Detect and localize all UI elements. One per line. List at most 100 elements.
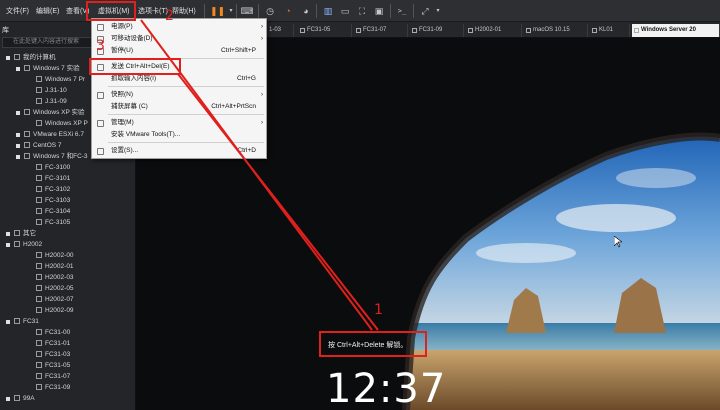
tree-item-label: Windows 7 Pr [45,76,86,83]
fullscreen-icon[interactable]: ⛶ [355,4,369,18]
tree-item-folder[interactable]: Windows XP 实验 [16,107,85,118]
send-keys-icon[interactable]: ⌨ [240,4,254,18]
tree-item-vm[interactable]: FC-3102 [36,184,70,195]
chevron-down-icon[interactable]: ▾ [431,4,445,18]
library-title: 库 [2,27,9,34]
snapshot-manager-icon[interactable]: ◕ [299,4,313,18]
tree-item-folder[interactable]: Windows 7 实验 [16,63,80,74]
tree-expand-icon[interactable] [6,56,10,60]
tree-item-vm[interactable]: H2002-05 [36,283,74,294]
tree-item-label: FC31-05 [45,362,71,369]
vm-icon [36,120,42,126]
tree-item-vm[interactable]: FC31-00 [36,327,70,338]
tree-item-vm[interactable]: FC31-07 [36,371,70,382]
vm-icon [634,28,639,33]
tree-item-vm[interactable]: Windows 7 Pr [36,74,85,85]
annotation-number-3: 3 [96,38,105,54]
console-view-icon[interactable]: ▭ [338,4,352,18]
tree-item-folder[interactable]: 我的计算机 [6,52,56,63]
tree-item-vm[interactable]: FC31-05 [36,360,70,371]
tree-item-vm[interactable]: FC31-03 [36,349,70,360]
tree-item-label: FC31-07 [45,373,71,380]
tree-item-vm[interactable]: H2002-01 [36,261,74,272]
menu-item-pause[interactable]: 暂停(U) Ctrl+Shift+P [92,45,266,57]
vm-icon [36,274,42,280]
tree-item-folder[interactable]: 其它 [6,228,36,239]
terminal-icon[interactable]: >_ [395,4,409,18]
tab-item-active[interactable]: Windows Server 20 [632,24,720,37]
folder-icon [24,142,30,148]
tree-item-folder[interactable]: Windows 7 和FC-3 [16,151,88,162]
tab-item[interactable]: H2002-01 [466,24,522,37]
menu-item-settings[interactable]: 设置(S)... Ctrl+D [92,145,266,157]
tree-item-folder[interactable]: FC31 [6,316,39,327]
tree-item-vm[interactable]: FC31-01 [36,338,70,349]
menu-item-manage[interactable]: 管理(M) › [92,117,266,129]
annotation-number-2: 2 [165,8,174,24]
tree-item-folder[interactable]: CentOS 7 [16,140,62,151]
tree-item-folder[interactable]: H2002 [6,239,42,250]
folder-icon [24,109,30,115]
tree-item-label: CentOS 7 [33,142,62,149]
tree-item-vm[interactable]: J.31-09 [36,96,67,107]
vm-icon [36,362,42,368]
tree-expand-icon[interactable] [16,111,20,115]
tree-item-vm[interactable]: FC-3101 [36,173,70,184]
menu-help[interactable]: 帮助(H) [172,6,196,16]
tree-item-folder[interactable]: 99A [6,393,35,404]
tree-expand-icon[interactable] [6,397,10,401]
snapshot-clock-icon[interactable]: ◷ [263,4,277,18]
tree-expand-icon[interactable] [16,144,20,148]
menu-item-snapshot[interactable]: 快照(N) › [92,89,266,101]
tree-item-vm[interactable]: H2002-07 [36,294,74,305]
menu-edit[interactable]: 编辑(E) [36,6,59,16]
library-view-icon[interactable]: ▥ [321,4,335,18]
mouse-pointer-icon [614,236,622,248]
stretch-icon[interactable]: ⤢ [418,4,432,18]
tree-item-vm[interactable]: FC31-09 [36,382,70,393]
tree-item-label: FC-3102 [45,186,71,193]
tree-expand-icon[interactable] [6,243,10,247]
tree-item-vm[interactable]: FC-3105 [36,217,70,228]
toolbar-separator [316,4,317,18]
tree-item-label: FC-3100 [45,164,71,171]
tab-item[interactable]: KL01 [590,24,630,37]
menu-item-install-vmware-tools[interactable]: 安装 VMware Tools(T)... [92,129,266,141]
tree-item-vm[interactable]: J.31-10 [36,85,67,96]
tree-expand-icon[interactable] [6,320,10,324]
vm-icon [36,76,42,82]
unity-icon[interactable]: ▣ [372,4,386,18]
tree-item-vm[interactable]: H2002-03 [36,272,74,283]
tree-expand-icon[interactable] [16,133,20,137]
menu-item-capture-screen[interactable]: 捕获屏幕 (C) Ctrl+Alt+PrtScn [92,101,266,113]
tab-item[interactable]: macOS 10.15 [524,24,588,37]
tree-item-vm[interactable]: H2002-09 [36,305,74,316]
toolbar-separator [413,4,414,18]
revert-snapshot-icon[interactable]: ◔ [281,4,295,18]
vm-icon [36,164,42,170]
tree-item-vm[interactable]: H2002-00 [36,250,74,261]
tab-item[interactable]: FC31-07 [354,24,408,37]
tree-item-label: Windows 7 和FC-3 [33,153,88,160]
pause-icon[interactable]: ❚❚ [210,4,225,18]
tab-item[interactable]: FC31-09 [410,24,464,37]
menu-tabs[interactable]: 选项卡(T) [138,6,168,16]
menu-item-removable-devices[interactable]: 可移动设备(D) › [92,33,266,45]
tab-label: H2002-01 [475,27,502,33]
tree-item-folder[interactable]: VMware ESXi 6.7 [16,129,84,140]
tree-item-label: 其它 [23,230,36,237]
menu-item-power[interactable]: 电源(P) › [92,21,266,33]
tree-expand-icon[interactable] [16,155,20,159]
tree-item-vm[interactable]: FC-3104 [36,206,70,217]
tree-item-vm[interactable]: FC-3100 [36,162,70,173]
vm-icon [468,28,473,33]
tree-item-vm[interactable]: FC-3103 [36,195,70,206]
tree-expand-icon[interactable] [6,232,10,236]
tree-item-vm[interactable]: Windows XP P [36,118,88,129]
vm-icon [36,373,42,379]
tree-expand-icon[interactable] [16,67,20,71]
tab-item[interactable]: FC31-05 [298,24,352,37]
toolbar-separator [258,4,259,18]
menu-file[interactable]: 文件(F) [6,6,29,16]
vm-icon [36,186,42,192]
